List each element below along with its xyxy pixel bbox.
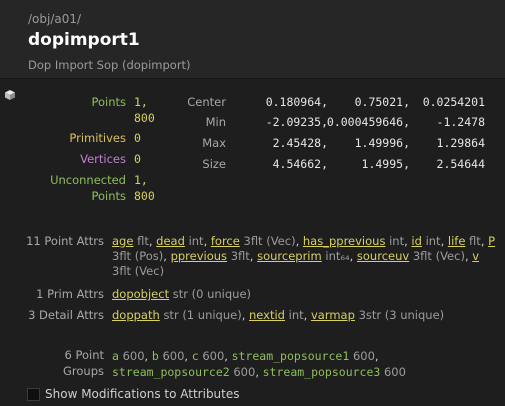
- show-modifications-label[interactable]: Show Modifications to Attributes: [45, 387, 240, 401]
- detail-attrs-list: doppath str (1 unique), nextid int, varm…: [112, 308, 497, 323]
- node-info-header: /obj/a01/ dopimport1 Dop Import Sop (dop…: [0, 0, 505, 79]
- attr-nextid[interactable]: nextid int,: [249, 308, 307, 322]
- points-value-1: 1,: [134, 95, 148, 109]
- point-attrs-label: 11 Point Attrs: [26, 234, 104, 248]
- show-modifications-checkbox[interactable]: [27, 388, 40, 401]
- geometry-cube-icon: [5, 90, 15, 100]
- center-z: 0.0254201: [422, 95, 485, 109]
- group-stream-popsource3: stream_popsource3 600: [262, 365, 406, 379]
- points-value-2: 800: [134, 111, 155, 125]
- attr-sourceuv[interactable]: sourceuv 3flt (Vec),: [357, 249, 469, 263]
- attr-doppath[interactable]: doppath str (1 unique),: [112, 308, 245, 322]
- attr-has-pprevious[interactable]: has_pprevious int,: [303, 234, 408, 248]
- group-stream-popsource1: stream_popsource1 600,: [231, 349, 379, 363]
- center-label: Center: [187, 95, 226, 109]
- vertices-label: Vertices: [80, 152, 126, 166]
- attr-id[interactable]: id int,: [411, 234, 444, 248]
- center-x: 0.180964,: [265, 95, 328, 109]
- unconnected-points-value: 800: [134, 189, 155, 203]
- point-attrs-list: age flt, dead int, force 3flt (Vec), has…: [112, 234, 497, 279]
- group-stream-popsource2: stream_popsource2 600,: [112, 365, 259, 379]
- unconnected-label: Unconnected: [50, 173, 126, 187]
- max-label: Max: [202, 136, 226, 150]
- size-x: 4.54662,: [272, 157, 328, 171]
- group-c: c 600,: [191, 349, 228, 363]
- node-type-subtitle: Dop Import Sop (dopimport): [28, 58, 191, 72]
- point-groups-label-1: 6 Point: [64, 348, 104, 362]
- max-x: 2.45428,: [272, 136, 328, 150]
- detail-attrs-label: 3 Detail Attrs: [28, 308, 104, 322]
- attr-sourceprim[interactable]: sourceprim int₆₄,: [257, 249, 353, 263]
- attr-life[interactable]: life flt,: [448, 234, 485, 248]
- min-x: -2.09235,: [265, 115, 328, 129]
- prim-attrs-label: 1 Prim Attrs: [36, 287, 104, 301]
- primitives-label: Primitives: [69, 131, 126, 145]
- node-title: dopimport1: [28, 30, 140, 50]
- attr-varmap[interactable]: varmap 3str (3 unique): [311, 308, 444, 322]
- attr-force[interactable]: force 3flt (Vec),: [211, 234, 299, 248]
- min-z: -1.2478: [436, 115, 485, 129]
- attr-dopobject[interactable]: dopobject str (0 unique): [112, 287, 251, 301]
- min-y: 0.000459646,: [326, 115, 410, 129]
- unconnected-points-label: Points: [91, 189, 126, 203]
- point-groups-list: a 600, b 600, c 600, stream_popsource1 6…: [112, 348, 497, 380]
- max-z: 1.29864: [436, 136, 485, 150]
- group-b: b 600,: [151, 349, 189, 363]
- prim-attrs-list: dopobject str (0 unique): [112, 287, 497, 302]
- size-y: 1.4995,: [361, 157, 410, 171]
- attr-pprevious[interactable]: pprevious 3flt,: [171, 249, 254, 263]
- unconnected-value: 1,: [134, 173, 148, 187]
- max-y: 1.49996,: [354, 136, 410, 150]
- group-a: a 600,: [112, 349, 149, 363]
- node-path: /obj/a01/: [28, 12, 82, 26]
- primitives-value: 0: [134, 131, 141, 145]
- size-z: 2.54644: [436, 157, 485, 171]
- attr-dead[interactable]: dead int,: [156, 234, 207, 248]
- center-y: 0.75021,: [354, 95, 410, 109]
- point-groups-label-2: Groups: [62, 364, 104, 378]
- size-label: Size: [202, 157, 226, 171]
- min-label: Min: [205, 115, 226, 129]
- vertices-value: 0: [134, 152, 141, 166]
- points-label: Points: [91, 95, 126, 109]
- attr-age[interactable]: age flt,: [112, 234, 153, 248]
